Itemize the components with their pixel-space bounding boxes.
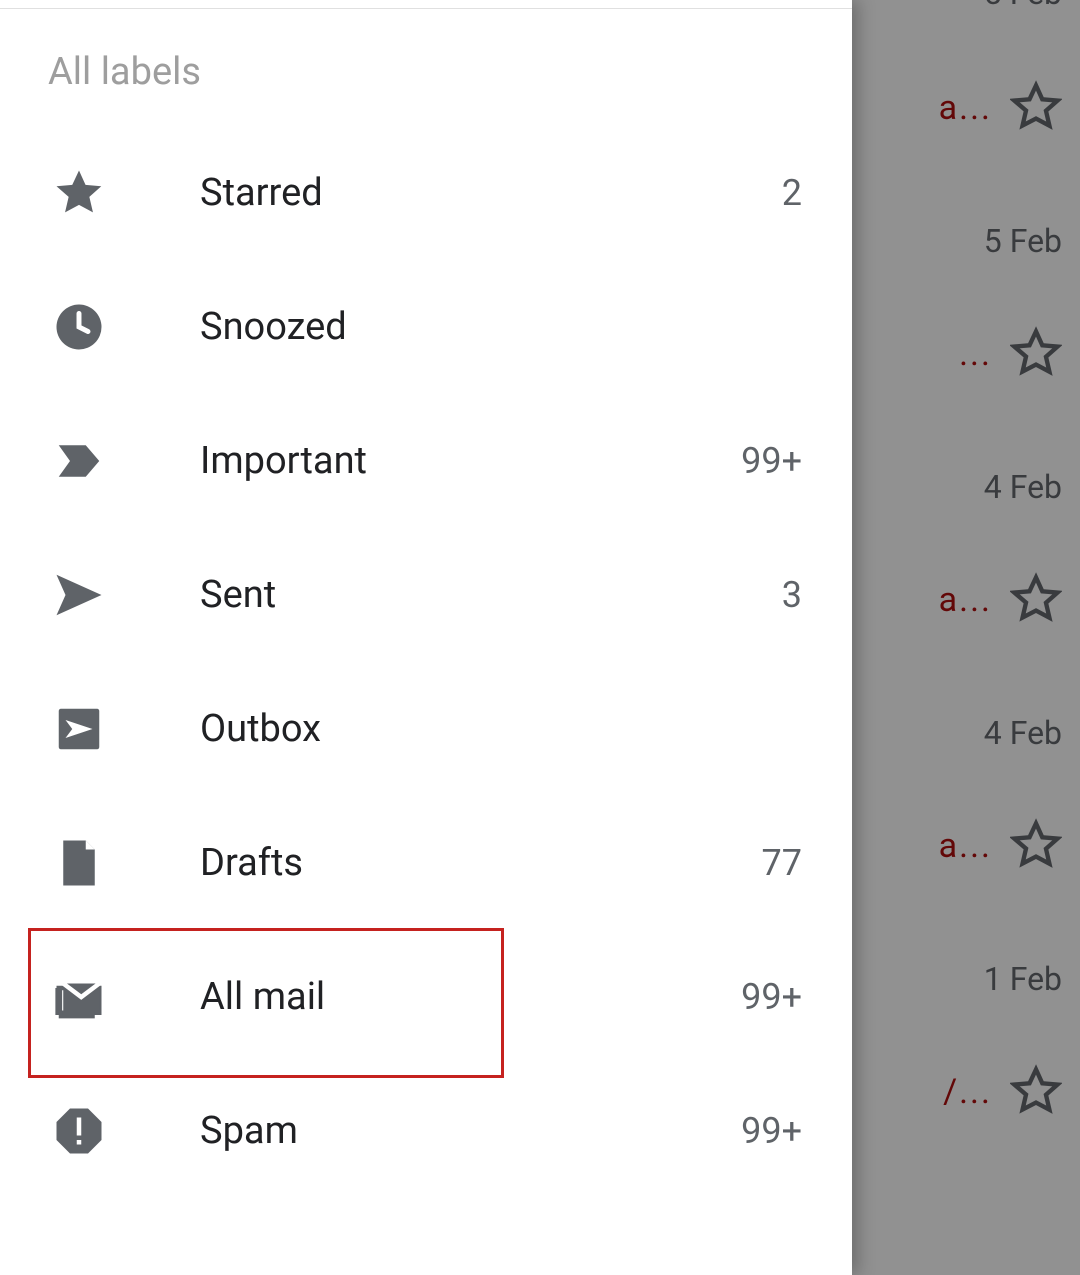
sidebar-item-spam[interactable]: Spam 99+ xyxy=(0,1064,852,1198)
inbox-row: a... xyxy=(939,572,1062,628)
nav-drawer: All labels Starred 2 Snoozed Important 9… xyxy=(0,0,852,1275)
sidebar-item-important[interactable]: Important 99+ xyxy=(0,394,852,528)
all-mail-icon xyxy=(50,968,108,1026)
inbox-row: ... xyxy=(959,326,1062,382)
inbox-row: 5 Feb xyxy=(984,0,1062,12)
mail-preview-trunc: a... xyxy=(939,580,992,620)
mail-date: 4 Feb xyxy=(984,714,1062,752)
send-icon xyxy=(50,566,108,624)
inbox-row: 1 Feb xyxy=(984,960,1062,998)
star-outline-icon[interactable] xyxy=(1010,1064,1062,1120)
mail-preview-trunc: a... xyxy=(939,826,992,866)
divider xyxy=(0,8,852,9)
outbox-icon xyxy=(50,700,108,758)
mail-date: 4 Feb xyxy=(984,468,1062,506)
mail-preview-trunc: a... xyxy=(939,88,992,128)
label-list: Starred 2 Snoozed Important 99+ Sent 3 O… xyxy=(0,126,852,1198)
inbox-row: a... xyxy=(939,818,1062,874)
important-icon xyxy=(50,432,108,490)
sidebar-item-label: Outbox xyxy=(200,707,321,751)
sidebar-item-drafts[interactable]: Drafts 77 xyxy=(0,796,852,930)
sidebar-item-label: Sent xyxy=(200,573,276,617)
inbox-row: 4 Feb xyxy=(984,714,1062,752)
inbox-row: /... xyxy=(943,1064,1062,1120)
sidebar-item-count: 99+ xyxy=(741,976,802,1018)
mail-date: 1 Feb xyxy=(984,960,1062,998)
clock-icon xyxy=(50,298,108,356)
sidebar-item-label: Starred xyxy=(200,171,323,215)
sidebar-item-sent[interactable]: Sent 3 xyxy=(0,528,852,662)
star-outline-icon[interactable] xyxy=(1010,572,1062,628)
mail-date: 5 Feb xyxy=(984,0,1062,12)
inbox-row: a... xyxy=(939,80,1062,136)
star-outline-icon[interactable] xyxy=(1010,326,1062,382)
inbox-row: 4 Feb xyxy=(984,468,1062,506)
inbox-row: 5 Feb xyxy=(984,222,1062,260)
sidebar-item-label: Snoozed xyxy=(200,305,347,349)
sidebar-item-label: Important xyxy=(200,439,367,483)
sidebar-item-count: 77 xyxy=(762,842,802,884)
section-header-all-labels: All labels xyxy=(48,50,201,94)
sidebar-item-count: 2 xyxy=(782,172,802,214)
sidebar-item-label: Drafts xyxy=(200,841,303,885)
sidebar-item-count: 99+ xyxy=(741,440,802,482)
sidebar-item-all-mail[interactable]: All mail 99+ xyxy=(0,930,852,1064)
sidebar-item-label: All mail xyxy=(200,975,325,1019)
sidebar-item-count: 3 xyxy=(782,574,802,616)
sidebar-item-label: Spam xyxy=(200,1109,298,1153)
mail-date: 5 Feb xyxy=(984,222,1062,260)
star-icon xyxy=(50,164,108,222)
sidebar-item-count: 99+ xyxy=(741,1110,802,1152)
mail-preview-trunc: /... xyxy=(943,1072,992,1112)
sidebar-item-snoozed[interactable]: Snoozed xyxy=(0,260,852,394)
mail-preview-trunc: ... xyxy=(959,334,992,374)
star-outline-icon[interactable] xyxy=(1010,818,1062,874)
draft-icon xyxy=(50,834,108,892)
sidebar-item-starred[interactable]: Starred 2 xyxy=(0,126,852,260)
sidebar-item-outbox[interactable]: Outbox xyxy=(0,662,852,796)
star-outline-icon[interactable] xyxy=(1010,80,1062,136)
spam-icon xyxy=(50,1102,108,1160)
